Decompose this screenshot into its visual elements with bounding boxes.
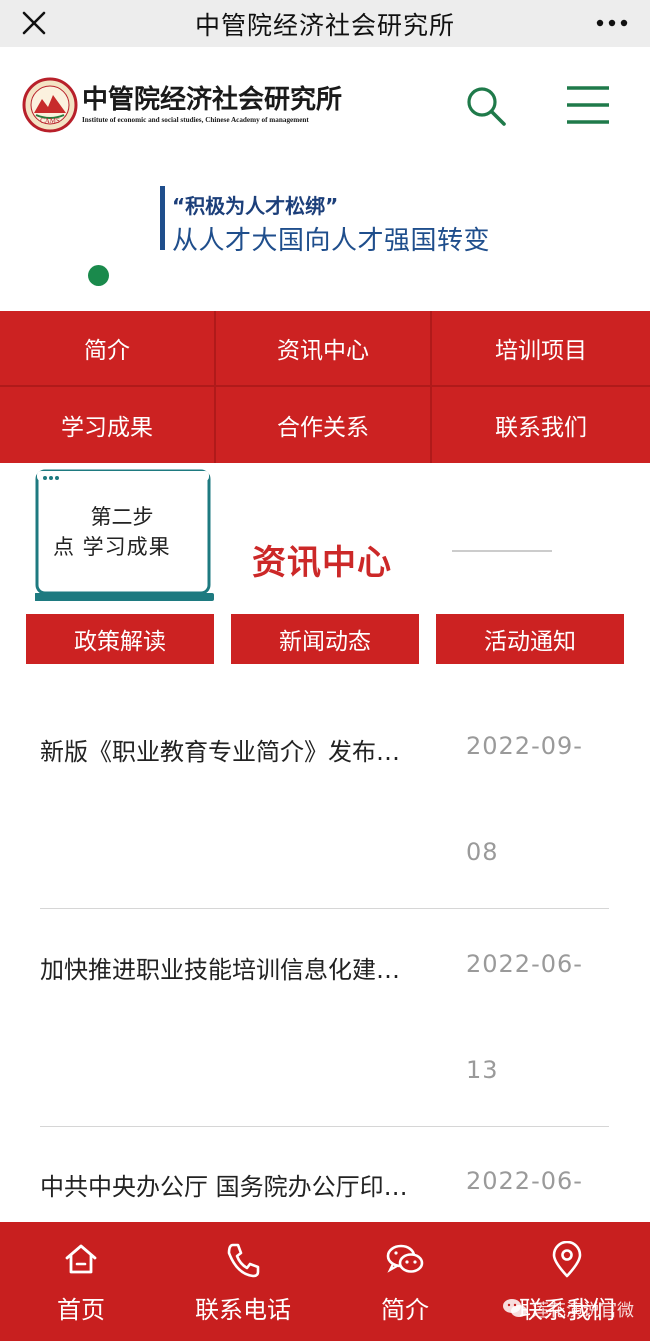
list-item[interactable]: 加快推进职业技能培训信息化建… 2022-06- 13 (40, 950, 609, 1100)
instruction-callout: 第二步 点 学习成果 (34, 469, 215, 609)
bottom-tab-intro[interactable]: 简介 (324, 1222, 486, 1341)
news-date-day: 13 (466, 1056, 499, 1084)
tab-policy[interactable]: 政策解读 (26, 614, 214, 664)
tab-events[interactable]: 活动通知 (436, 614, 624, 664)
bottom-tab-phone[interactable]: 联系电话 (162, 1222, 324, 1341)
nav-training[interactable]: 培训项目 (432, 311, 650, 387)
banner-subheadline: 从人才大国向人才强国转变 (172, 226, 491, 256)
news-title[interactable]: 中共中央办公厅 国务院办公厅印… (40, 1167, 440, 1202)
news-section-header: 第二步 点 学习成果 资讯中心 (0, 463, 650, 613)
search-icon[interactable] (462, 82, 510, 130)
watermark: 莲花演说官微 (502, 1293, 634, 1323)
list-divider (40, 1126, 609, 1127)
list-item[interactable]: 新版《职业教育专业简介》发布… 2022-09- 08 (40, 732, 609, 882)
more-options-icon[interactable] (592, 9, 632, 37)
news-date: 2022-06- (466, 950, 583, 978)
carousel-indicator-dot[interactable] (88, 265, 109, 286)
logo-seal-text: CAMS (40, 117, 60, 125)
site-logo[interactable]: CAMS 中管院经济社会研究所 Institute of economic an… (22, 77, 342, 133)
news-date: 2022-06- (466, 1167, 583, 1195)
wechat-icon (503, 1299, 527, 1317)
nav-learning-results[interactable]: 学习成果 (0, 387, 216, 463)
callout-step: 第二步 (90, 505, 154, 529)
chat-icon (386, 1244, 424, 1273)
hamburger-menu-icon[interactable] (563, 80, 613, 130)
list-item[interactable]: 中共中央办公厅 国务院办公厅印… 2022-06- (40, 1167, 609, 1217)
section-divider (452, 550, 552, 552)
bottom-tab-label: 首页 (57, 1296, 105, 1324)
banner-headline: “积极为人才松绑” (172, 194, 339, 218)
title-bar: 中管院经济社会研究所 (0, 0, 650, 47)
list-divider (40, 908, 609, 909)
phone-icon (227, 1243, 260, 1278)
nav-intro[interactable]: 简介 (0, 311, 216, 387)
tab-news[interactable]: 新闻动态 (231, 614, 419, 664)
window-title: 中管院经济社会研究所 (194, 10, 455, 40)
bottom-tab-label: 简介 (381, 1296, 429, 1324)
site-header: CAMS 中管院经济社会研究所 Institute of economic an… (0, 47, 650, 165)
nav-news-center[interactable]: 资讯中心 (216, 311, 432, 387)
bottom-tab-home[interactable]: 首页 (0, 1222, 162, 1341)
nav-partners[interactable]: 合作关系 (216, 387, 432, 463)
nav-contact[interactable]: 联系我们 (432, 387, 650, 463)
logo-chinese-name: 中管院经济社会研究所 (82, 85, 343, 115)
bottom-tab-label: 联系电话 (195, 1296, 291, 1324)
close-icon[interactable] (18, 7, 50, 39)
logo-seal-icon: CAMS (22, 77, 78, 133)
section-title: 资讯中心 (252, 543, 392, 583)
main-nav-grid: 简介 资讯中心 培训项目 学习成果 合作关系 联系我们 (0, 311, 650, 463)
banner-carousel[interactable]: “积极为人才松绑” 从人才大国向人才强国转变 (0, 165, 650, 311)
news-title[interactable]: 新版《职业教育专业简介》发布… (40, 732, 440, 767)
news-date: 2022-09- (466, 732, 583, 760)
logo-english-name: Institute of economic and social studies… (82, 116, 309, 124)
home-icon (65, 1244, 97, 1274)
watermark-text: 莲花演说官微 (532, 1300, 634, 1321)
location-icon (552, 1241, 582, 1278)
news-title[interactable]: 加快推进职业技能培训信息化建… (40, 950, 440, 985)
bottom-tab-bar: 首页 联系电话 简介 联系我们 (0, 1222, 650, 1341)
bottom-tab-contact[interactable]: 联系我们 (486, 1222, 648, 1341)
callout-instruction: 点 学习成果 (53, 535, 171, 559)
news-date-day: 08 (466, 838, 499, 866)
banner-accent-bar (160, 186, 165, 250)
